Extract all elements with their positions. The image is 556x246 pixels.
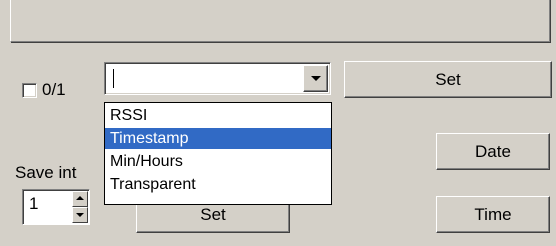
chevron-down-icon (76, 213, 84, 217)
spin-up-button[interactable] (72, 191, 88, 207)
save-interval-value[interactable]: 1 (29, 194, 38, 214)
combo-dropdown-button[interactable] (303, 65, 328, 92)
save-interval-spinner[interactable]: 1 (22, 189, 90, 225)
save-interval-set-button-label: Set (200, 205, 226, 224)
combo-option-rssi[interactable]: RSSI (105, 105, 331, 126)
time-button-label: Time (474, 205, 512, 224)
combo-dropdown-list: RSSI Timestamp Min/Hours Transparent (104, 102, 332, 205)
combo-option-min-hours[interactable]: Min/Hours (105, 151, 331, 172)
time-button[interactable]: Time (436, 196, 550, 233)
chevron-up-icon (76, 196, 84, 200)
combo-option-timestamp[interactable]: Timestamp (105, 128, 331, 149)
toggle-checkbox[interactable] (22, 83, 37, 98)
top-panel (10, 0, 550, 42)
chevron-down-icon (311, 76, 321, 81)
date-button[interactable]: Date (436, 133, 550, 170)
save-interval-label: Save int (15, 163, 77, 182)
mode-combobox[interactable] (104, 62, 331, 95)
toggle-checkbox-label: 0/1 (42, 80, 66, 99)
set-button-label: Set (435, 70, 461, 89)
combo-option-transparent[interactable]: Transparent (105, 174, 331, 195)
spin-down-button[interactable] (72, 207, 88, 223)
date-button-label: Date (475, 142, 511, 161)
text-caret (113, 69, 114, 88)
set-button[interactable]: Set (344, 61, 552, 98)
